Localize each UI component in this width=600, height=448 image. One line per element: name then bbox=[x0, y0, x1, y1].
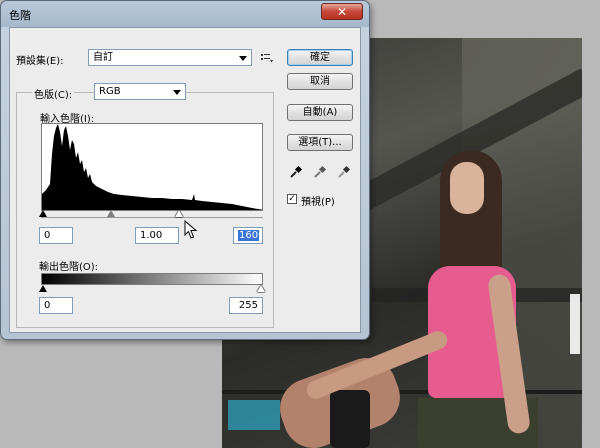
cancel-button[interactable]: 取消 bbox=[287, 73, 353, 90]
dialog-title: 色階 bbox=[9, 9, 31, 22]
preset-dropdown[interactable]: 自訂 bbox=[88, 49, 252, 66]
ok-button[interactable]: 確定 bbox=[287, 49, 353, 66]
output-levels-label: 輸出色階(O): bbox=[39, 262, 99, 273]
photo-cyan-object bbox=[228, 400, 280, 430]
input-black-value: 0 bbox=[44, 230, 51, 241]
mouse-cursor-icon bbox=[184, 220, 198, 239]
preview-checkbox[interactable]: ✓ bbox=[287, 194, 297, 204]
black-eyedropper-icon[interactable] bbox=[289, 165, 303, 179]
channel-value: RGB bbox=[99, 86, 121, 97]
chevron-down-icon bbox=[173, 90, 181, 95]
output-gradient-bar bbox=[41, 273, 263, 285]
output-white-value: 255 bbox=[238, 300, 258, 311]
photo-railing bbox=[222, 390, 582, 394]
histogram bbox=[41, 123, 263, 211]
input-slider-track bbox=[41, 217, 263, 218]
channel-label: 色版(C): bbox=[32, 86, 75, 101]
input-black-field[interactable]: 0 bbox=[39, 227, 73, 244]
white-eyedropper-icon[interactable] bbox=[337, 165, 351, 179]
histogram-graph bbox=[42, 124, 262, 210]
preset-label: 預設集(E): bbox=[16, 56, 64, 67]
output-black-value: 0 bbox=[44, 300, 51, 311]
input-white-slider[interactable] bbox=[175, 210, 183, 217]
input-black-slider[interactable] bbox=[39, 210, 47, 217]
gray-eyedropper-icon[interactable] bbox=[313, 165, 327, 179]
preview-label[interactable]: 預視(P) bbox=[301, 193, 335, 208]
input-white-field[interactable]: 160 bbox=[233, 227, 263, 244]
channel-dropdown[interactable]: RGB bbox=[94, 83, 186, 100]
photo-boot bbox=[330, 390, 370, 448]
photo-window bbox=[570, 294, 580, 354]
photo-face bbox=[450, 162, 484, 214]
output-black-field[interactable]: 0 bbox=[39, 297, 73, 314]
close-icon: ✕ bbox=[336, 5, 348, 19]
output-white-field[interactable]: 255 bbox=[229, 297, 263, 314]
input-white-value: 160 bbox=[238, 230, 260, 241]
input-gamma-slider[interactable] bbox=[107, 210, 115, 217]
checkmark-icon: ✓ bbox=[288, 194, 296, 204]
preset-value: 自訂 bbox=[93, 52, 113, 63]
levels-dialog: 色階 ✕ 預設集(E): 自訂 色版(C): RGB 輸入色階(I): 0 1.… bbox=[0, 0, 370, 340]
output-white-slider[interactable] bbox=[257, 285, 265, 292]
title-bar[interactable]: 色階 ✕ bbox=[1, 1, 369, 27]
auto-button[interactable]: 自動(A) bbox=[287, 104, 353, 121]
chevron-down-icon bbox=[239, 56, 247, 61]
input-gamma-value: 1.00 bbox=[140, 230, 163, 241]
input-gamma-field[interactable]: 1.00 bbox=[135, 227, 179, 244]
options-button[interactable]: 選項(T)... bbox=[287, 134, 353, 151]
output-black-slider[interactable] bbox=[39, 285, 47, 292]
list-options-icon[interactable] bbox=[260, 52, 274, 64]
close-button[interactable]: ✕ bbox=[321, 3, 363, 20]
